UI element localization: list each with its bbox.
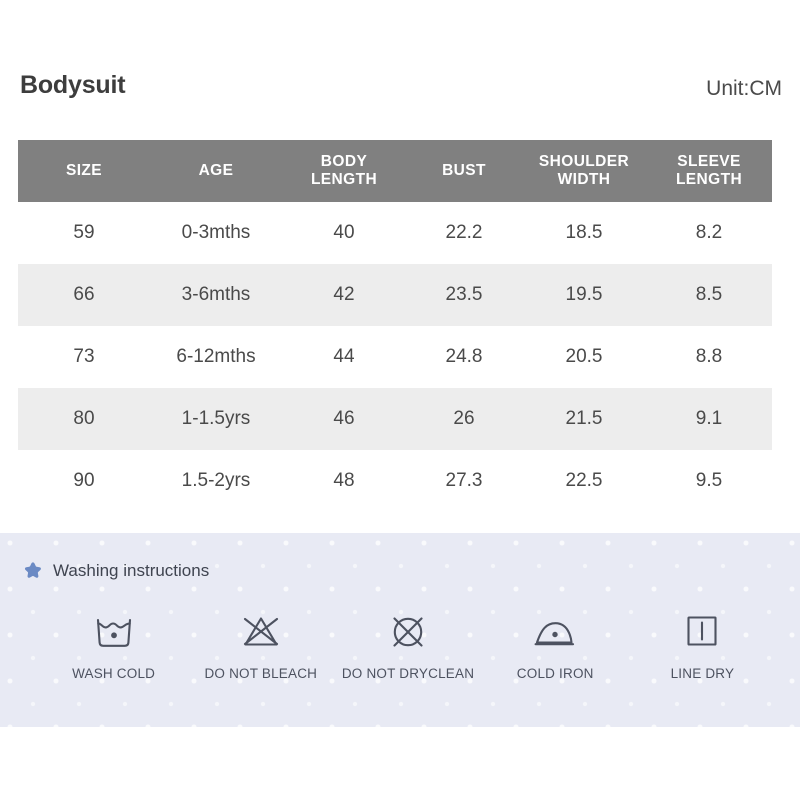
wash-tub-cold-icon: [93, 611, 135, 653]
cell-size: 80: [73, 408, 95, 429]
washing-instructions-title: Washing instructions: [53, 561, 210, 580]
care-label-do-not-bleach: DO NOT BLEACH: [204, 666, 318, 681]
cell-bust: 23.5: [445, 284, 483, 305]
table-body: 59 0-3mths 40 22.2 18.5 8.2 66 3-6mths 4…: [18, 202, 772, 512]
title-row: Bodysuit Unit:CM: [0, 68, 800, 110]
cell-bust: 22.2: [445, 222, 483, 243]
cell-sleeve-length: 8.5: [695, 284, 723, 305]
cell-size: 66: [73, 284, 95, 305]
table-header: SIZE AGE BODY LENGTH BUST SHOULDER WIDTH…: [18, 140, 772, 202]
page-title: Bodysuit: [20, 71, 126, 99]
care-label-wash-cold: WASH COLD: [72, 666, 156, 681]
cell-body-length: 46: [333, 408, 355, 429]
column-header-sleeve-length: SLEEVE LENGTH: [646, 140, 772, 202]
cell-bust: 26: [453, 408, 475, 429]
column-header-body-length-line2: LENGTH: [310, 171, 378, 188]
cell-bust: 24.8: [445, 346, 483, 367]
size-chart-table: SIZE AGE BODY LENGTH BUST SHOULDER WIDTH…: [18, 140, 772, 512]
cell-sleeve-length: 9.1: [695, 408, 723, 429]
cell-body-length: 42: [333, 284, 355, 305]
washing-instructions-heading: Washing instructions: [22, 560, 209, 582]
star-icon: [22, 560, 44, 582]
cell-age: 6-12mths: [176, 346, 256, 367]
table-row: 59 0-3mths 40 22.2 18.5 8.2: [18, 202, 772, 264]
cell-body-length: 48: [333, 470, 355, 491]
care-item-do-not-bleach: DO NOT BLEACH: [187, 611, 334, 682]
cell-shoulder-width: 21.5: [565, 408, 603, 429]
cell-size: 90: [73, 470, 95, 491]
column-header-age-line1: AGE: [198, 162, 234, 179]
washing-instructions-panel: Washing instructions WASH COLD DO NOT BL…: [0, 533, 800, 727]
column-header-sleeve-length-line1: SLEEVE: [677, 153, 741, 170]
column-header-shoulder-width-line1: SHOULDER: [538, 153, 630, 170]
table-row: 66 3-6mths 42 23.5 19.5 8.5: [18, 264, 772, 326]
care-label-cold-iron: COLD IRON: [516, 666, 594, 681]
cell-sleeve-length: 9.5: [695, 470, 723, 491]
care-item-do-not-dryclean: DO NOT DRYCLEAN: [334, 611, 481, 682]
cell-body-length: 40: [333, 222, 355, 243]
cell-age: 1.5-2yrs: [181, 470, 251, 491]
cell-shoulder-width: 19.5: [565, 284, 603, 305]
care-label-line-dry: LINE DRY: [670, 666, 735, 681]
cell-shoulder-width: 22.5: [565, 470, 603, 491]
care-item-wash-cold: WASH COLD: [40, 611, 187, 682]
cell-sleeve-length: 8.8: [695, 346, 723, 367]
column-header-bust-line1: BUST: [442, 162, 486, 179]
cell-sleeve-length: 8.2: [695, 222, 723, 243]
care-item-line-dry: LINE DRY: [629, 611, 776, 682]
column-header-shoulder-width-line2: WIDTH: [557, 171, 611, 188]
column-header-size-line1: SIZE: [65, 162, 103, 179]
column-header-shoulder-width: SHOULDER WIDTH: [522, 140, 646, 202]
iron-cold-icon: [533, 611, 577, 653]
cell-shoulder-width: 20.5: [565, 346, 603, 367]
care-item-cold-iron: COLD IRON: [482, 611, 629, 682]
cell-size: 73: [73, 346, 95, 367]
cell-size: 59: [73, 222, 95, 243]
table-header-row: SIZE AGE BODY LENGTH BUST SHOULDER WIDTH…: [18, 140, 772, 202]
do-not-bleach-icon: [239, 611, 283, 653]
care-symbols-row: WASH COLD DO NOT BLEACH DO NOT DRYCLEAN …: [0, 611, 800, 682]
table-row: 73 6-12mths 44 24.8 20.5 8.8: [18, 326, 772, 388]
table-row: 80 1-1.5yrs 46 26 21.5 9.1: [18, 388, 772, 450]
column-header-bust: BUST: [406, 140, 522, 202]
cell-shoulder-width: 18.5: [565, 222, 603, 243]
care-label-do-not-dryclean: DO NOT DRYCLEAN: [341, 666, 475, 681]
cell-age: 3-6mths: [181, 284, 251, 305]
column-header-body-length: BODY LENGTH: [282, 140, 406, 202]
column-header-age: AGE: [150, 140, 282, 202]
line-dry-icon: [683, 611, 721, 653]
cell-bust: 27.3: [445, 470, 483, 491]
cell-body-length: 44: [333, 346, 355, 367]
column-header-sleeve-length-line2: LENGTH: [675, 171, 743, 188]
cell-age: 0-3mths: [181, 222, 251, 243]
cell-age: 1-1.5yrs: [181, 408, 251, 429]
unit-label: Unit:CM: [706, 77, 782, 100]
table-row: 90 1.5-2yrs 48 27.3 22.5 9.5: [18, 450, 772, 512]
column-header-body-length-line1: BODY: [320, 153, 368, 170]
do-not-dryclean-icon: [388, 611, 428, 653]
column-header-size: SIZE: [18, 140, 150, 202]
